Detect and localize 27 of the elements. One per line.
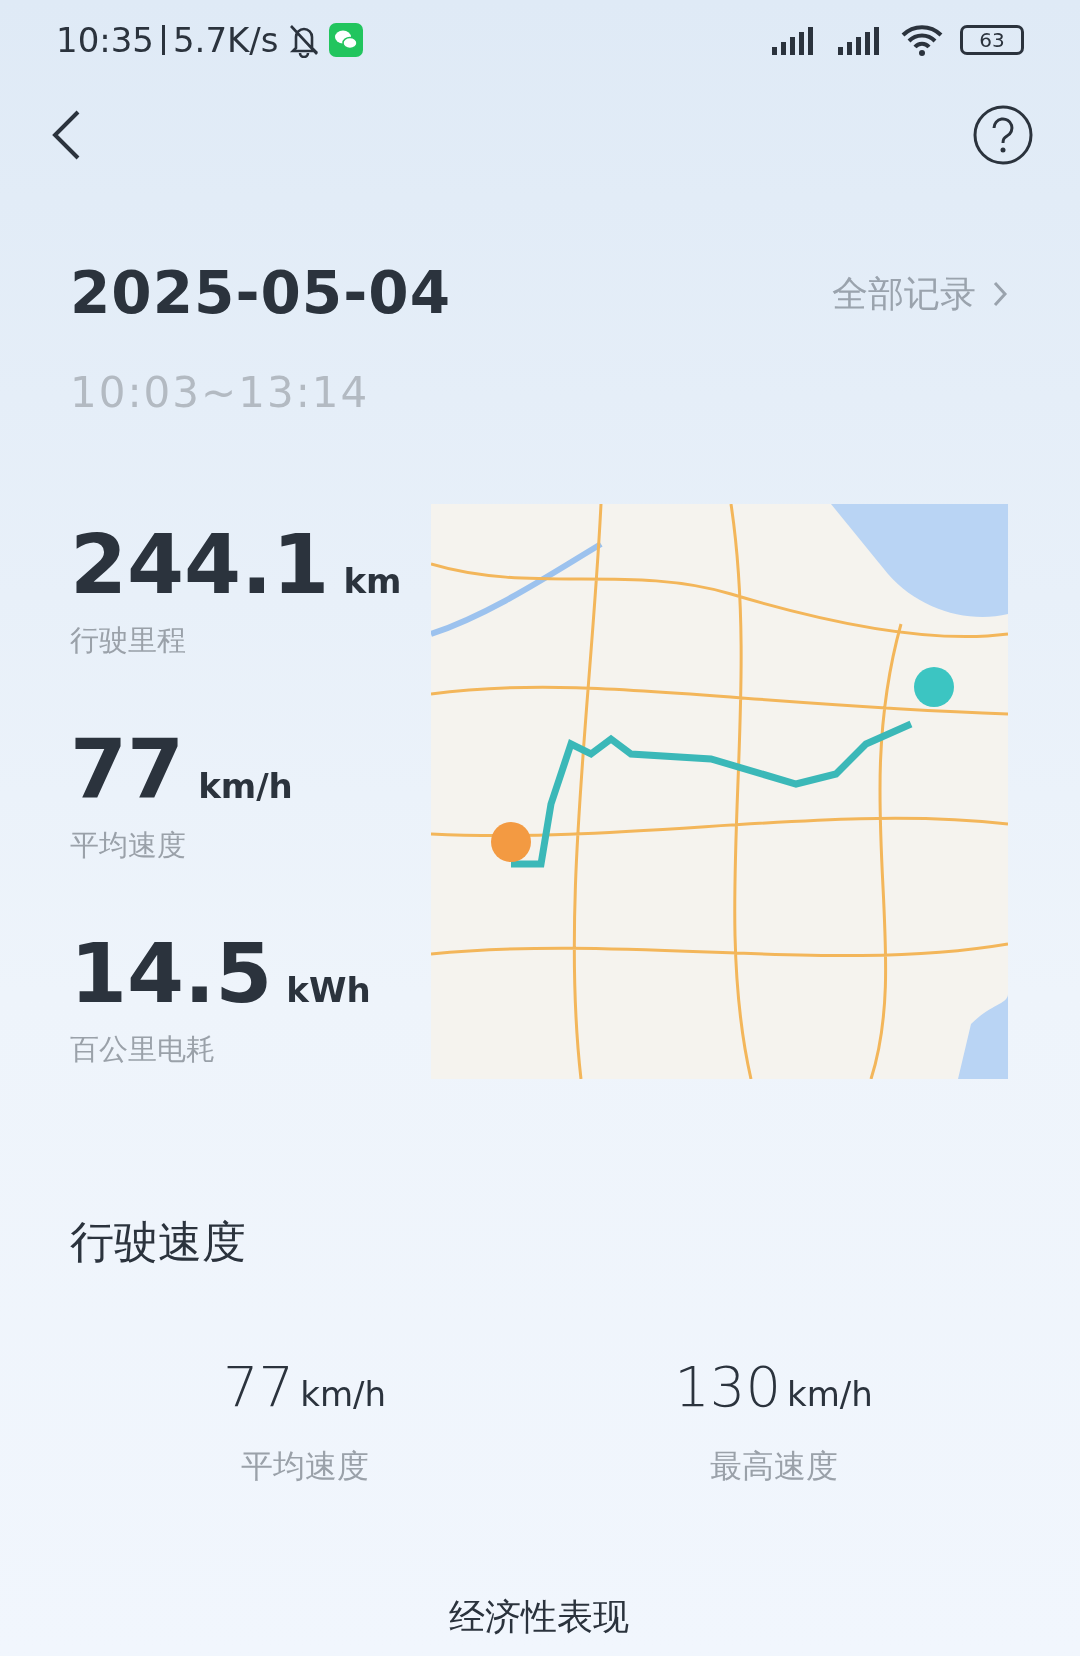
speed-value: 77 xyxy=(222,1359,295,1415)
speed-value: 130 xyxy=(674,1359,782,1415)
section-title: 行驶速度 xyxy=(70,1215,247,1269)
network-speed: 5.7K/s xyxy=(173,18,279,62)
speed-unit: km/h xyxy=(787,1373,873,1416)
speed-label: 最高速度 xyxy=(709,1446,838,1487)
stat-value: 244.1 xyxy=(70,524,330,606)
section-title: 经济性表现 xyxy=(449,1596,629,1637)
stat-value: 14.5 xyxy=(70,933,273,1015)
trip-date: 2025-05-04 xyxy=(70,258,451,329)
stat-label: 百公里电耗 xyxy=(70,1031,216,1068)
stat-unit: kWh xyxy=(286,969,371,1012)
stat-unit: km xyxy=(343,560,402,603)
stat-value: 77 xyxy=(70,728,185,811)
stat-unit: km/h xyxy=(198,764,293,808)
wifi-icon xyxy=(900,23,944,57)
all-records-link[interactable]: 全部记录 xyxy=(832,266,1008,321)
separator-bar xyxy=(162,25,165,55)
battery-indicator: 63 xyxy=(960,25,1024,55)
chevron-right-icon xyxy=(992,279,1008,308)
speed-label: 平均速度 xyxy=(240,1446,369,1487)
chat-app-icon xyxy=(328,23,363,57)
stat-label: 行驶里程 xyxy=(70,622,187,659)
speed-unit: km/h xyxy=(300,1373,387,1416)
status-time: 10:35 xyxy=(56,18,154,62)
help-icon[interactable] xyxy=(972,104,1034,166)
stat-label: 平均速度 xyxy=(70,826,187,864)
